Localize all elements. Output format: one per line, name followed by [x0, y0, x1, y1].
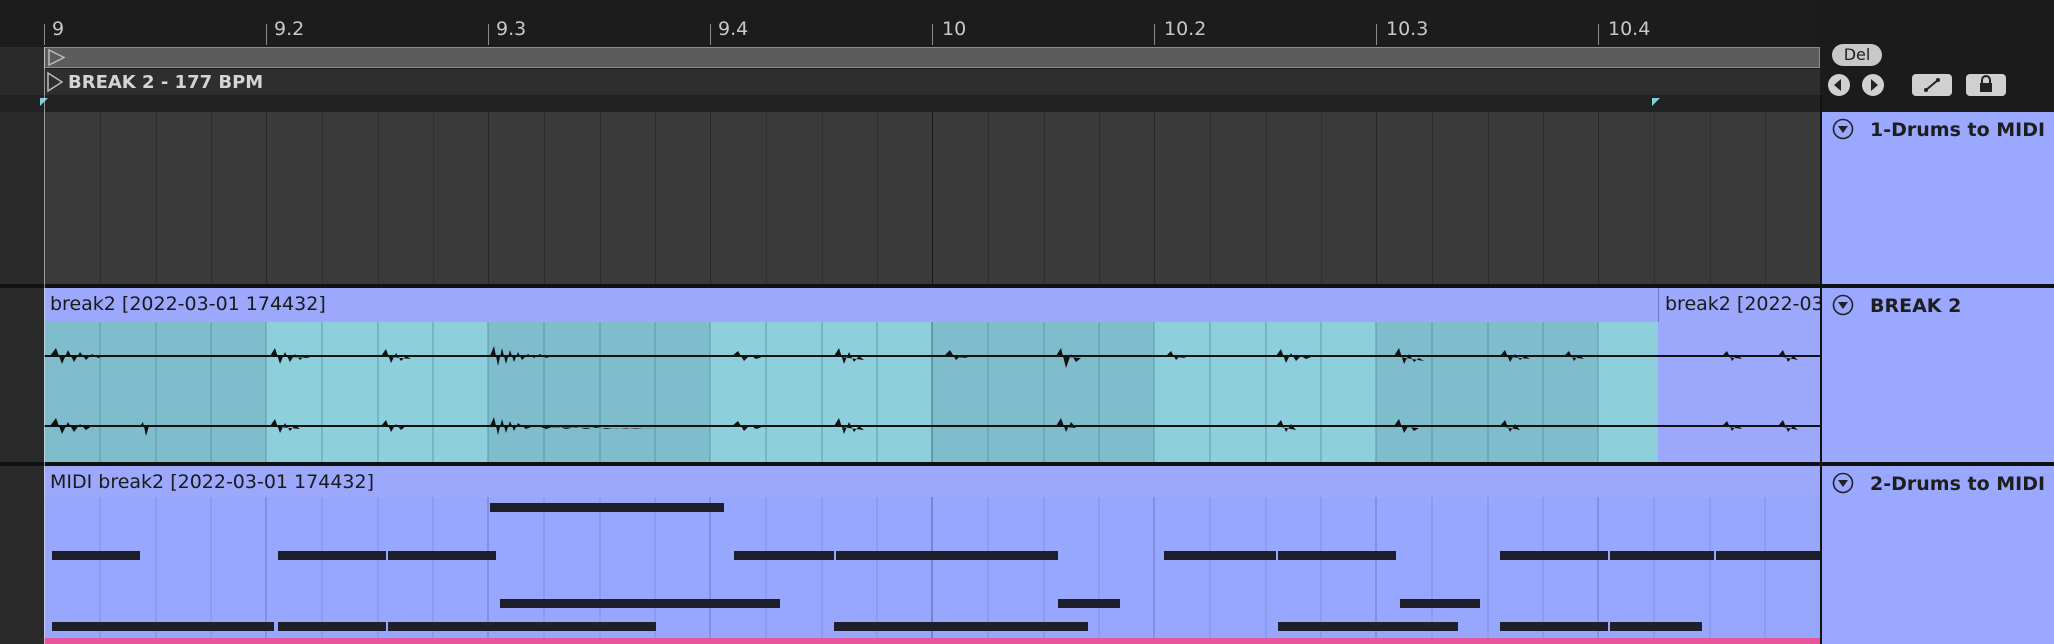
midi-grid: [99, 497, 1766, 639]
midi-note[interactable]: [1500, 622, 1608, 631]
midi-note[interactable]: [278, 622, 386, 631]
midi-note[interactable]: [836, 551, 944, 560]
locator-lane[interactable]: [44, 69, 1820, 95]
midi-note[interactable]: [1058, 599, 1120, 608]
midi-note[interactable]: [52, 551, 140, 560]
midi-note[interactable]: [388, 551, 496, 560]
midi-note-area[interactable]: [44, 497, 1820, 639]
time-marker-strip: [0, 95, 1820, 112]
insert-marker: [44, 47, 45, 644]
ruler-label: 10.4: [1608, 18, 1651, 40]
fold-toggle-icon[interactable]: [1832, 118, 1854, 140]
next-locator-button[interactable]: [1862, 74, 1884, 96]
ruler-label: 9.3: [496, 18, 527, 40]
midi-note[interactable]: [1278, 622, 1458, 631]
track-name: 2-Drums to MIDI: [1870, 473, 2046, 495]
midi-note[interactable]: [1610, 551, 1714, 560]
clip-title: break2 [2022-03-01 174432]: [1665, 293, 1821, 315]
midi-note[interactable]: [52, 622, 274, 631]
midi-note[interactable]: [834, 622, 1088, 631]
ruler-tick: [266, 24, 267, 45]
midi-note[interactable]: [734, 551, 834, 560]
follow-button[interactable]: [1912, 74, 1952, 96]
ruler-label: 10.3: [1386, 18, 1429, 40]
ruler-label: 10.2: [1164, 18, 1207, 40]
expand-icon: [1924, 78, 1940, 92]
left-gutter: [0, 47, 44, 644]
midi-note[interactable]: [388, 622, 656, 631]
ruler-label: 9: [52, 18, 65, 40]
track-name: BREAK 2: [1870, 295, 1962, 317]
prev-locator-button[interactable]: [1828, 74, 1850, 96]
fold-toggle-icon[interactable]: [1832, 294, 1854, 316]
loop-brace[interactable]: [44, 47, 1820, 68]
locator-label[interactable]: BREAK 2 - 177 BPM: [68, 72, 263, 93]
midi-note[interactable]: [1278, 551, 1396, 560]
track-header-break-2[interactable]: BREAK 2: [1822, 288, 2054, 462]
midi-note[interactable]: [944, 551, 1058, 560]
next-clip-edge: [44, 638, 1820, 644]
header-divider: [1820, 95, 1822, 644]
arrow-left-icon: [1834, 79, 1841, 91]
loop-start-icon: [48, 48, 66, 67]
midi-note[interactable]: [1500, 551, 1608, 560]
midi-note[interactable]: [1716, 551, 1820, 560]
ruler-tick: [1154, 24, 1155, 45]
ruler-tick: [44, 24, 45, 45]
ruler-label: 10: [942, 18, 967, 40]
marker-icon: [40, 98, 48, 106]
lock-icon: [1980, 75, 1992, 92]
lock-button[interactable]: [1966, 74, 2006, 96]
marker-icon: [1652, 98, 1660, 106]
ruler-tick: [488, 24, 489, 45]
ruler-label: 9.4: [718, 18, 749, 40]
ruler-tick: [1376, 24, 1377, 45]
clip-title: break2 [2022-03-01 174432]: [50, 293, 326, 315]
audio-waveform: [44, 322, 1658, 462]
ruler-tick: [710, 24, 711, 45]
midi-note[interactable]: [1400, 599, 1480, 608]
midi-note[interactable]: [278, 551, 386, 560]
ruler-tick: [1598, 24, 1599, 45]
arrow-right-icon: [1871, 79, 1878, 91]
track-header-1-drums-to-midi[interactable]: 1-Drums to MIDI: [1822, 112, 2054, 284]
track-lane-1-drums-to-midi[interactable]: [44, 112, 1820, 284]
delete-button[interactable]: Del: [1832, 44, 1882, 66]
ruler-label: 9.2: [274, 18, 305, 40]
midi-note[interactable]: [1164, 551, 1276, 560]
waveform-area[interactable]: [44, 322, 1658, 462]
midi-note[interactable]: [490, 503, 724, 512]
clip-title: MIDI break2 [2022-03-01 174432]: [50, 471, 375, 493]
beat-time-ruler[interactable]: 9 9.2 9.3 9.4 10 10.2 10.3 10.4: [0, 0, 1820, 47]
midi-note[interactable]: [1610, 622, 1702, 631]
track-name: 1-Drums to MIDI: [1870, 119, 2046, 141]
ruler-tick: [932, 24, 933, 45]
fold-toggle-icon[interactable]: [1832, 472, 1854, 494]
track-header-2-drums-to-midi[interactable]: 2-Drums to MIDI: [1822, 466, 2054, 644]
waveform-area-next[interactable]: [1658, 322, 1820, 462]
locator-play-icon[interactable]: [46, 70, 68, 94]
midi-note[interactable]: [500, 599, 780, 608]
audio-waveform: [1658, 350, 1820, 432]
